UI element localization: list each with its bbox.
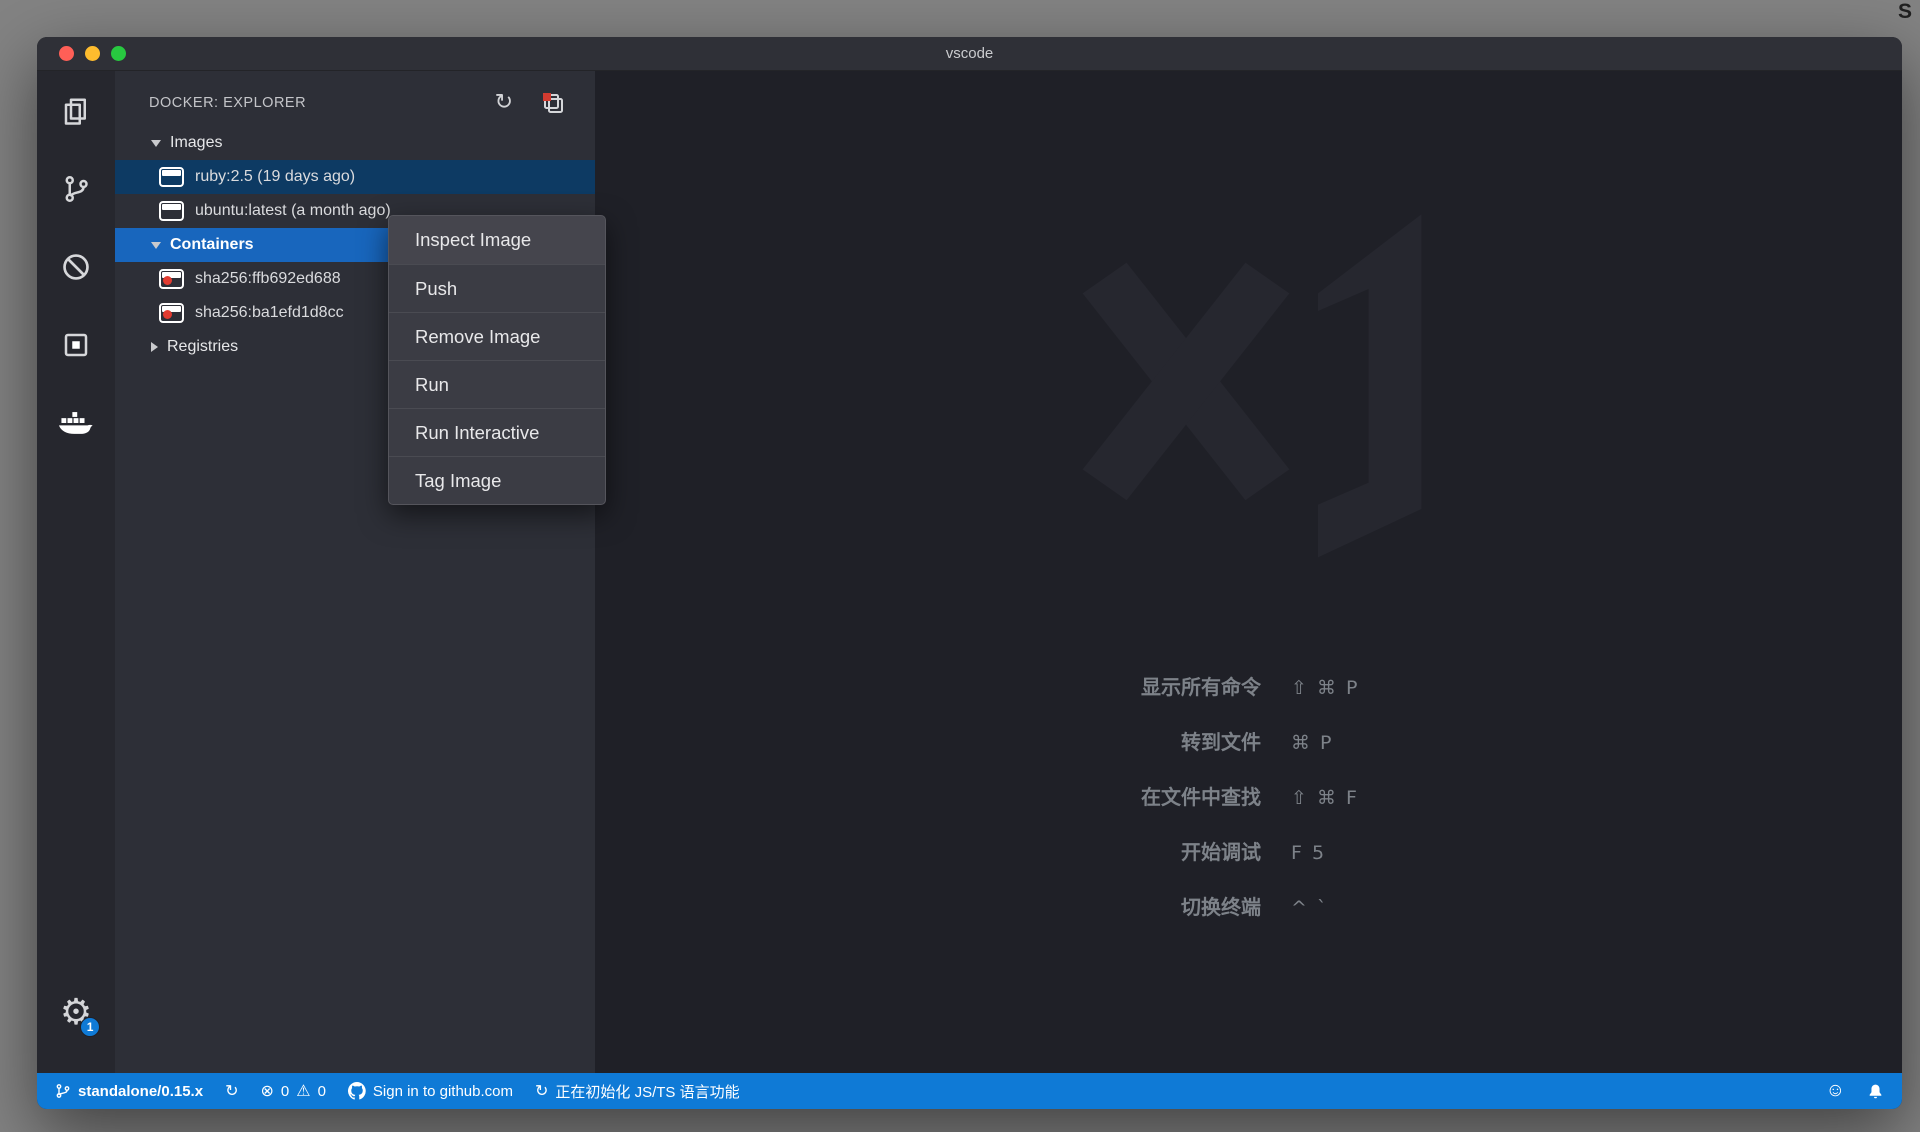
shortcut-keys: ^ ` bbox=[1291, 881, 1359, 936]
language-status-label: 正在初始化 JS/TS 语言功能 bbox=[555, 1081, 739, 1102]
menu-item-run-interactive[interactable]: Run Interactive bbox=[389, 408, 605, 456]
shortcut-label: 转到文件 bbox=[841, 716, 1261, 771]
tree-label: sha256:ba1efd1d8cc bbox=[195, 304, 344, 322]
branch-icon bbox=[55, 1083, 71, 1099]
explorer-icon[interactable] bbox=[52, 87, 100, 135]
chevron-down-icon bbox=[151, 242, 161, 249]
docker-image-icon bbox=[159, 167, 184, 187]
shortcut-label: 开始调试 bbox=[841, 826, 1261, 881]
menu-item-inspect-image[interactable]: Inspect Image bbox=[389, 216, 605, 264]
problems-status-item[interactable]: ⊗ 0 ⚠ 0 bbox=[260, 1083, 325, 1100]
tree-label: Containers bbox=[170, 236, 254, 254]
shortcut-keys: ⇧ ⌘ P bbox=[1291, 661, 1359, 716]
source-control-icon[interactable] bbox=[52, 165, 100, 213]
context-menu: Inspect Image Push Remove Image Run Run … bbox=[388, 215, 606, 505]
zoom-button[interactable] bbox=[111, 46, 126, 61]
docker-container-stopped-icon bbox=[159, 269, 184, 289]
shortcut-keys: ⌘ P bbox=[1291, 716, 1359, 771]
branch-name: standalone/0.15.x bbox=[78, 1083, 203, 1100]
debug-disabled-icon[interactable] bbox=[52, 243, 100, 291]
tree-label: ruby:2.5 (19 days ago) bbox=[195, 168, 355, 186]
keyboard-shortcut-hints: 显示所有命令 ⇧ ⌘ P 转到文件 ⌘ P 在文件中查找 ⇧ ⌘ F 开始调试 … bbox=[841, 661, 1359, 936]
docker-image-icon bbox=[159, 201, 184, 221]
chevron-down-icon bbox=[151, 140, 161, 147]
language-status-item[interactable]: ↻ 正在初始化 JS/TS 语言功能 bbox=[535, 1081, 740, 1102]
panel-title: DOCKER: EXPLORER bbox=[149, 95, 306, 111]
editor-area: 显示所有命令 ⇧ ⌘ P 转到文件 ⌘ P 在文件中查找 ⇧ ⌘ F 开始调试 … bbox=[595, 71, 1902, 1073]
docker-icon[interactable] bbox=[52, 399, 100, 447]
github-signin-item[interactable]: Sign in to github.com bbox=[348, 1082, 513, 1100]
tree-label: Registries bbox=[167, 338, 238, 356]
vscode-window: vscode bbox=[37, 37, 1902, 1109]
settings-gear[interactable]: ⚙ 1 bbox=[60, 995, 92, 1031]
warning-icon: ⚠ bbox=[296, 1083, 310, 1099]
shortcut-label: 在文件中查找 bbox=[841, 771, 1261, 826]
vscode-watermark-logo bbox=[1043, 179, 1483, 619]
window-title: vscode bbox=[37, 45, 1902, 62]
menu-item-remove-image[interactable]: Remove Image bbox=[389, 312, 605, 360]
menu-item-tag-image[interactable]: Tag Image bbox=[389, 456, 605, 504]
tree-item-ruby[interactable]: ruby:2.5 (19 days ago) bbox=[115, 160, 595, 194]
shortcut-keys: F 5 bbox=[1291, 826, 1359, 881]
sync-status-item[interactable]: ↻ bbox=[225, 1083, 238, 1099]
docker-container-stopped-icon bbox=[159, 303, 184, 323]
refresh-icon[interactable]: ↻ bbox=[495, 92, 513, 114]
extensions-icon[interactable] bbox=[52, 321, 100, 369]
chevron-right-icon bbox=[151, 342, 158, 352]
error-icon: ⊗ bbox=[260, 1083, 273, 1099]
shortcut-label: 显示所有命令 bbox=[841, 661, 1261, 716]
branch-status-item[interactable]: standalone/0.15.x bbox=[55, 1083, 203, 1100]
feedback-smiley-icon[interactable]: ☺ bbox=[1826, 1080, 1845, 1102]
notifications-bell-icon[interactable] bbox=[1867, 1083, 1884, 1100]
prune-images-icon[interactable] bbox=[541, 91, 565, 115]
shortcut-label: 切换终端 bbox=[841, 881, 1261, 936]
desktop-stray-text: S bbox=[1898, 0, 1912, 24]
error-count: 0 bbox=[281, 1083, 289, 1100]
github-signin-label: Sign in to github.com bbox=[373, 1083, 513, 1100]
activity-bar: ⚙ 1 bbox=[37, 71, 115, 1073]
title-bar: vscode bbox=[37, 37, 1902, 71]
tree-section-images[interactable]: Images bbox=[115, 126, 595, 160]
tree-label: Images bbox=[170, 134, 222, 152]
tree-label: sha256:ffb692ed688 bbox=[195, 270, 341, 288]
settings-badge: 1 bbox=[80, 1017, 100, 1037]
minimize-button[interactable] bbox=[85, 46, 100, 61]
menu-item-run[interactable]: Run bbox=[389, 360, 605, 408]
status-bar: standalone/0.15.x ↻ ⊗ 0 ⚠ 0 Sign in to g… bbox=[37, 1073, 1902, 1109]
sync-icon: ↻ bbox=[225, 1083, 238, 1099]
sync-icon: ↻ bbox=[535, 1083, 548, 1099]
warning-count: 0 bbox=[318, 1083, 326, 1100]
github-icon bbox=[348, 1082, 366, 1100]
menu-item-push[interactable]: Push bbox=[389, 264, 605, 312]
tree-label: ubuntu:latest (a month ago) bbox=[195, 202, 391, 220]
close-button[interactable] bbox=[59, 46, 74, 61]
shortcut-keys: ⇧ ⌘ F bbox=[1291, 771, 1359, 826]
